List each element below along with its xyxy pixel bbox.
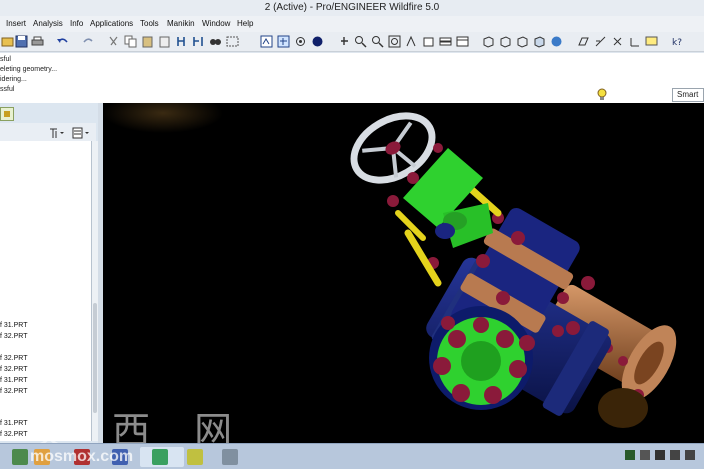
pan-icon[interactable] — [338, 35, 351, 48]
message-line: ssful — [0, 86, 15, 93]
tree-item[interactable]: f 32.PRT — [0, 332, 28, 341]
print-icon[interactable] — [31, 35, 44, 48]
find-icon[interactable] — [209, 35, 222, 48]
datum-axes-icon[interactable] — [594, 35, 607, 48]
open-icon[interactable] — [1, 35, 14, 48]
menu-insert[interactable]: Insert — [6, 16, 26, 32]
menu-analysis[interactable]: Analysis — [33, 16, 63, 32]
selection-filter[interactable]: Smart — [672, 88, 704, 102]
paste-icon[interactable] — [141, 35, 154, 48]
reorient-icon[interactable] — [405, 35, 418, 48]
saved-views-icon[interactable] — [422, 35, 435, 48]
tray-icon[interactable] — [640, 450, 650, 460]
message-line: idering... — [0, 76, 27, 83]
menu-tools[interactable]: Tools — [140, 16, 159, 32]
menu-manikin[interactable]: Manikin — [167, 16, 195, 32]
menu-applications[interactable]: Applications — [90, 16, 133, 32]
svg-text:k?: k? — [672, 38, 682, 48]
datum-points-icon[interactable] — [611, 35, 624, 48]
refit-icon[interactable] — [388, 35, 401, 48]
menu-help[interactable]: Help — [237, 16, 253, 32]
lightbulb-icon[interactable] — [597, 88, 607, 101]
tree-item[interactable]: f 31.PRT — [0, 376, 28, 385]
tree-item[interactable]: f 31.PRT — [0, 321, 28, 330]
app-icon — [222, 449, 238, 465]
tree-item[interactable]: f 32.PRT — [0, 365, 28, 374]
tray-icon[interactable] — [625, 450, 635, 460]
message-line: sful — [0, 56, 11, 63]
zoom-out-icon[interactable] — [371, 35, 384, 48]
tray-icon[interactable] — [685, 450, 695, 460]
redo-icon[interactable] — [82, 35, 95, 48]
shading-icon[interactable] — [533, 35, 546, 48]
datum-planes-icon[interactable] — [577, 35, 590, 48]
settings-dropdown-icon[interactable] — [48, 126, 66, 138]
enhanced-realism-icon[interactable] — [550, 35, 563, 48]
model-tree: f 31.PRT f 32.PRT f 32.PRT f 32.PRT f 31… — [0, 141, 92, 441]
tree-item[interactable]: f 31.PRT — [0, 419, 28, 428]
folder-icon — [4, 111, 10, 117]
model-tree-tab[interactable] — [0, 107, 14, 121]
menu-window[interactable]: Window — [202, 16, 230, 32]
tree-item[interactable]: f 32.PRT — [0, 354, 28, 363]
paste-special-icon[interactable] — [158, 35, 171, 48]
model-tree-panel: f 31.PRT f 32.PRT f 32.PRT f 32.PRT f 31… — [0, 103, 103, 443]
cut-icon[interactable] — [107, 35, 120, 48]
coordinate-systems-icon[interactable] — [628, 35, 641, 48]
repaint-icon[interactable] — [260, 35, 273, 48]
taskbar-app[interactable] — [210, 447, 254, 467]
valve-assembly-model — [103, 103, 677, 428]
spin-center-icon[interactable] — [277, 35, 290, 48]
volume-icon[interactable] — [655, 450, 665, 460]
hidden-line-icon[interactable] — [499, 35, 512, 48]
proe-window: 2 (Active) - Pro/ENGINEER Wildfire 5.0 I… — [0, 0, 704, 469]
message-line: eleting geometry... — [0, 66, 58, 73]
whats-this-icon[interactable]: k? — [671, 35, 684, 48]
no-hidden-icon[interactable] — [516, 35, 529, 48]
tree-item[interactable]: f 32.PRT — [0, 430, 28, 439]
window-title: 2 (Active) - Pro/ENGINEER Wildfire 5.0 — [264, 2, 440, 13]
network-icon[interactable] — [670, 450, 680, 460]
copy-icon[interactable] — [124, 35, 137, 48]
title-bar: 2 (Active) - Pro/ENGINEER Wildfire 5.0 — [0, 0, 704, 16]
show-dropdown-icon[interactable] — [72, 126, 92, 139]
undo-icon[interactable] — [56, 35, 69, 48]
regen-manager-icon[interactable] — [192, 35, 205, 48]
appearance-icon[interactable] — [311, 35, 324, 48]
app-icon — [187, 449, 203, 465]
select-box-icon[interactable] — [226, 35, 239, 48]
menu-info[interactable]: Info — [70, 16, 83, 32]
model-tree-toolbar — [0, 123, 96, 141]
orient-mode-icon[interactable] — [294, 35, 307, 48]
regenerate-icon[interactable] — [175, 35, 188, 48]
annotation-icon[interactable] — [645, 35, 658, 48]
menu-bar: Insert Analysis Info Applications Tools … — [0, 16, 704, 32]
save-icon[interactable] — [15, 35, 28, 48]
tree-scrollbar-thumb[interactable] — [93, 303, 97, 413]
main-toolbar: k? — [0, 32, 704, 52]
tree-item[interactable]: f 32.PRT — [0, 387, 28, 396]
graphics-window[interactable] — [103, 103, 704, 443]
view-manager-icon[interactable] — [456, 35, 469, 48]
watermark-url: mosmox.com — [30, 448, 134, 465]
layers-icon[interactable] — [439, 35, 452, 48]
wireframe-icon[interactable] — [482, 35, 495, 48]
proe-icon — [152, 449, 168, 465]
zoom-in-icon[interactable] — [354, 35, 367, 48]
